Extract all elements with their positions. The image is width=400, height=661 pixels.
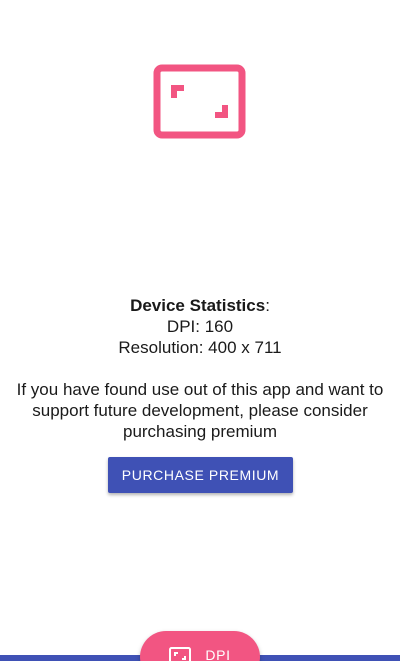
support-message: If you have found use out of this app an…	[16, 380, 384, 441]
stats-heading: Device Statistics:	[0, 295, 400, 316]
purchase-premium-button[interactable]: PURCHASE PREMIUM	[108, 457, 293, 493]
dpi-value: DPI: 160	[166, 317, 234, 336]
dpi-tab-label: DPI	[205, 647, 231, 661]
device-statistics: Device Statistics: DPI: 160 Resolution: …	[0, 295, 400, 358]
stats-heading-title: Device Statistics	[130, 296, 266, 315]
fullscreen-icon	[153, 64, 246, 139]
screen: Device Statistics: DPI: 160 Resolution: …	[0, 0, 400, 661]
resolution-value: Resolution: 400 x 711	[118, 338, 282, 357]
dpi-tab-button[interactable]: DPI	[140, 631, 260, 661]
stats-heading-colon: :	[265, 296, 270, 315]
fullscreen-icon	[169, 647, 192, 661]
